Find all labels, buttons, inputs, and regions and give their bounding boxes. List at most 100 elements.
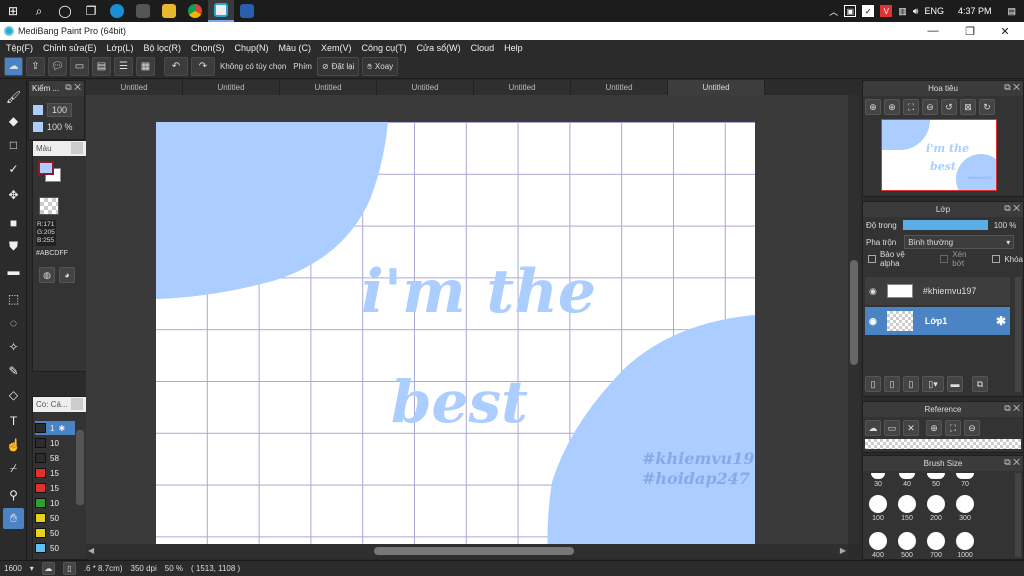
medibang-taskbar-icon[interactable] (208, 0, 234, 22)
menu-capture[interactable]: Chụp(N) (235, 43, 269, 53)
clipping-checkbox[interactable] (940, 255, 949, 263)
notifications-icon[interactable]: ▤ (1007, 6, 1016, 17)
color-set-row[interactable]: 58 (35, 451, 75, 465)
eye-icon[interactable]: ◉ (869, 286, 877, 297)
palette-icon[interactable]: ◍ (39, 267, 55, 283)
brush-size-option[interactable]: 30 (864, 471, 892, 488)
rotate-right-icon[interactable]: ↻ (979, 99, 995, 115)
folder-icon[interactable]: ▬ (947, 376, 963, 392)
open-folder-icon[interactable]: ▭ (884, 420, 900, 436)
chevron-down-icon[interactable]: ▾ (30, 564, 34, 573)
menu-file[interactable]: Tệp(F) (6, 43, 33, 53)
horizontal-scrollbar[interactable]: ◀ ▶ (86, 544, 848, 558)
document-tab[interactable]: Untitled (86, 80, 183, 95)
divide-tool-icon[interactable]: ⌿ (3, 458, 24, 479)
menu-help[interactable]: Help (504, 43, 523, 53)
volume-icon[interactable]: 🔊︎ (913, 6, 919, 17)
fit-screen-icon[interactable]: ⛶ (903, 99, 919, 115)
language-indicator[interactable]: ENG (924, 6, 944, 16)
new-layer-8bit-icon[interactable]: ▯ (884, 376, 900, 392)
menu-select[interactable]: Chọn(S) (191, 43, 225, 53)
bucket-tool-icon[interactable]: ⛊ (3, 236, 24, 257)
select-tool-icon[interactable]: ⬚ (3, 288, 24, 309)
rotate-left-icon[interactable]: ↺ (941, 99, 957, 115)
reference-preview[interactable] (865, 439, 1021, 449)
document-tab[interactable]: Untitled (183, 80, 280, 95)
store-icon[interactable] (130, 0, 156, 22)
color-set-row[interactable]: 15 (35, 481, 75, 495)
layer-row-selected[interactable]: ◉ Lớp1 ✱ (865, 307, 1010, 335)
brush-opacity-value[interactable]: 100 % (47, 122, 73, 132)
menu-color[interactable]: Màu (C) (279, 43, 312, 53)
lasso-tool-icon[interactable]: ◌ (3, 312, 24, 333)
share-icon[interactable]: ⇪ (26, 57, 45, 76)
navigator-preview[interactable]: i'm the best #khiemvu197 (881, 119, 997, 191)
close-button[interactable]: ✕ (988, 22, 1022, 40)
brush-size-scrollbar[interactable] (1015, 473, 1021, 557)
transparent-color-swatch[interactable] (39, 197, 59, 215)
brush-size-option[interactable]: 400 (864, 530, 892, 559)
layer-opacity-slider[interactable] (902, 220, 988, 230)
brush-size-option[interactable]: 100 (864, 493, 892, 522)
eyedropper-tool-icon[interactable]: ⚲ (3, 484, 24, 505)
color-set-scrollbar[interactable] (76, 430, 84, 505)
horizontal-scroll-thumb[interactable] (374, 547, 574, 555)
redo-icon[interactable]: ↷ (191, 57, 215, 76)
brush-size-option[interactable]: 500 (893, 530, 921, 559)
zoom-out-icon[interactable]: ⊖ (964, 420, 980, 436)
add-layer-menu-icon[interactable]: ▯▾ (922, 376, 944, 392)
zoom-out-icon[interactable]: ⊖ (922, 99, 938, 115)
zoom-in-icon[interactable]: ⊕ (926, 420, 942, 436)
zoom-in-icon[interactable]: ⊕ (884, 99, 900, 115)
status-page-icon[interactable]: ▯ (62, 562, 76, 575)
eraser-tool-icon[interactable]: ◆ (3, 110, 24, 131)
network-icon[interactable]: ▥ (898, 6, 907, 17)
rotate-button[interactable]: ✋︎ Xoay (362, 57, 399, 76)
vivaldi-tray-icon[interactable]: V (880, 5, 893, 17)
fill-rect-tool-icon[interactable]: ■ (3, 212, 24, 233)
hand-tool-icon[interactable]: ✋︎ (3, 508, 24, 529)
file-explorer-icon[interactable] (156, 0, 182, 22)
minimize-button[interactable]: — (916, 22, 950, 40)
color-set-row[interactable]: 15 (35, 466, 75, 480)
maximize-button[interactable]: ❐ (953, 22, 987, 40)
menu-layer[interactable]: Lớp(L) (107, 43, 134, 53)
text-tool-icon[interactable]: T (3, 410, 24, 431)
cloud-upload-icon[interactable]: ☁ (865, 420, 881, 436)
blend-mode-select[interactable]: Bình thường ▾ (904, 235, 1015, 249)
document-tab-active[interactable]: Untitled (668, 80, 765, 95)
grid-icon[interactable]: ▦ (136, 57, 155, 76)
dot-brush-tool-icon[interactable]: ✓ (3, 158, 24, 179)
color-set-row[interactable]: 1 ✱ (35, 421, 75, 435)
chrome-icon[interactable] (182, 0, 208, 22)
move-tool-icon[interactable]: ✥ (3, 184, 24, 205)
cloud-icon[interactable]: ☁ (4, 57, 23, 76)
document-tab[interactable]: Untitled (571, 80, 668, 95)
canvas-workspace[interactable]: i'm the best #khiemvu197 #hoidap247 (86, 95, 848, 544)
vertical-scroll-thumb[interactable] (850, 260, 858, 365)
eye-icon[interactable]: ◉ (869, 316, 877, 327)
palette-add-icon[interactable]: ◕ (59, 267, 75, 283)
vertical-scrollbar[interactable] (848, 95, 860, 544)
document-tab[interactable]: Untitled (377, 80, 474, 95)
duplicate-layer-icon[interactable]: ⧉ (972, 376, 988, 392)
gear-icon[interactable]: ✱ (996, 314, 1006, 328)
fit-screen-icon[interactable]: ⛶ (945, 420, 961, 436)
scroll-left-arrow[interactable]: ◀ (88, 546, 94, 555)
document-icon[interactable]: ▤ (92, 57, 111, 76)
rectangle-tool-icon[interactable]: □ (3, 134, 24, 155)
drawing-canvas[interactable]: i'm the best #khiemvu197 #hoidap247 (156, 122, 755, 544)
panel-menu-icon[interactable] (71, 142, 83, 154)
reset-button[interactable]: ⊘ Đặt lại (316, 57, 360, 76)
document-tab[interactable]: Untitled (280, 80, 377, 95)
chevron-up-icon[interactable]: ︿ (829, 5, 838, 18)
color-set-row[interactable]: 10 (35, 436, 75, 450)
select-pen-tool-icon[interactable]: ✎ (3, 360, 24, 381)
zoom-in-icon[interactable]: ⊕ (865, 99, 881, 115)
foreground-color-swatch[interactable] (38, 161, 54, 175)
brush-size-option[interactable]: 70 (951, 471, 979, 488)
color-set-row[interactable]: 50 (35, 541, 75, 555)
windows-start-icon[interactable]: ⊞ (0, 0, 26, 22)
panel-close-icon[interactable]: ⧉ ✕ (1004, 203, 1020, 214)
brush-size-option[interactable]: 300 (951, 493, 979, 522)
